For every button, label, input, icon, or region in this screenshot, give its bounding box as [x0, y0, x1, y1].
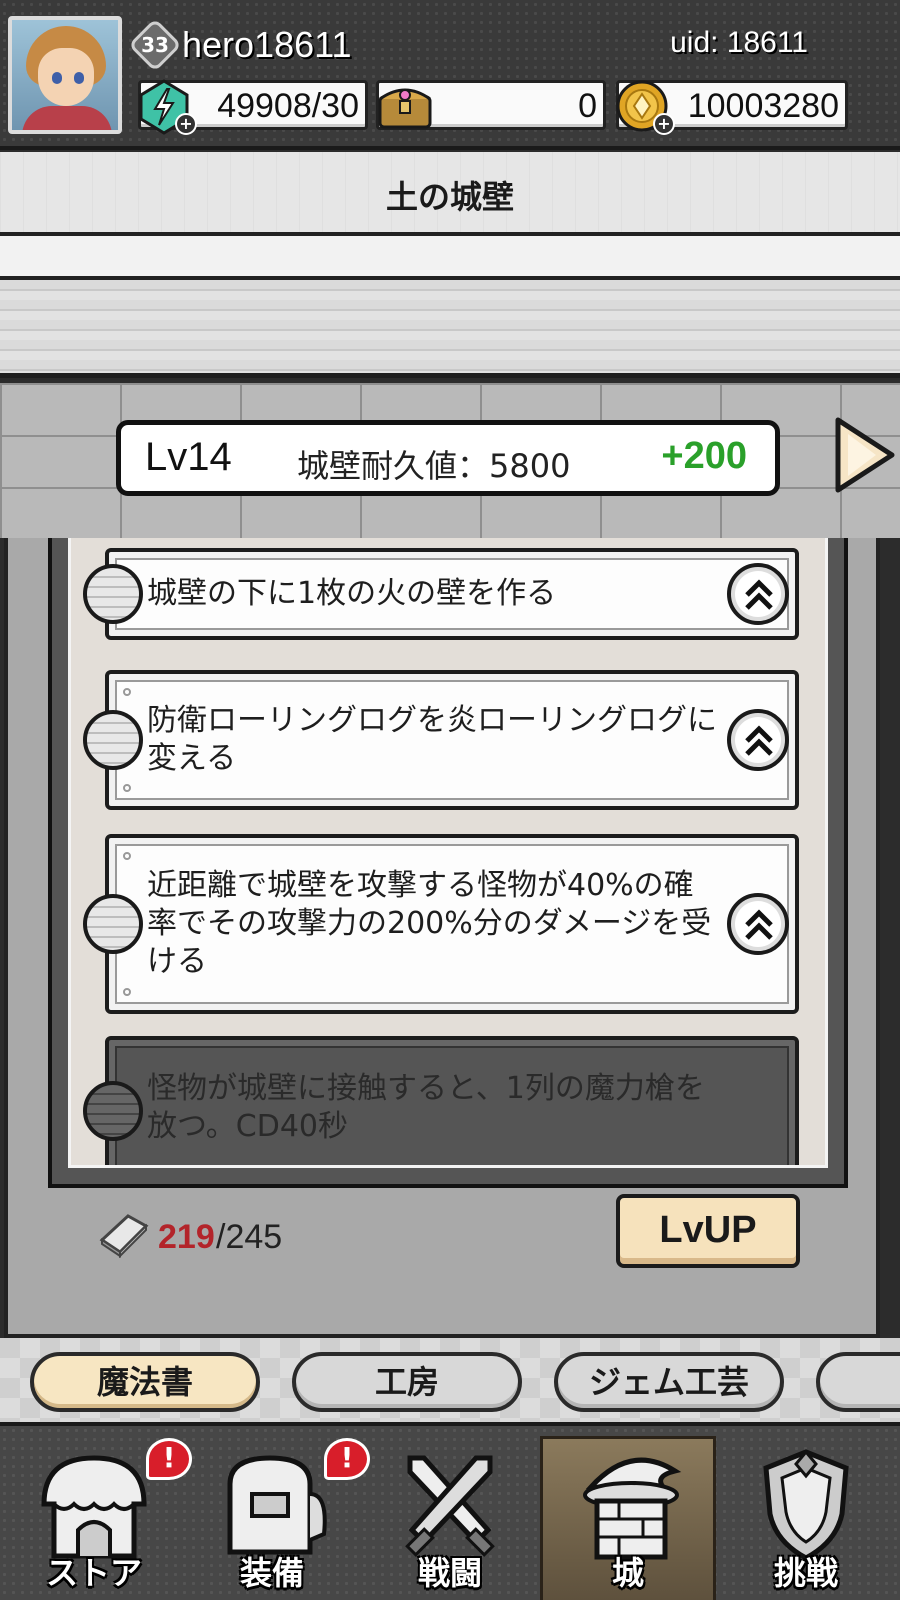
sub-tab-bar: 魔法書 工房 ジェム工芸 — [0, 1338, 900, 1422]
nav-label: 装備 — [239, 1554, 304, 1592]
backpack-icon — [227, 1455, 327, 1555]
energy-value: 49908/30 — [217, 87, 359, 125]
wall-plank — [0, 280, 900, 378]
treasure-chest-icon — [378, 88, 432, 129]
skill-description: 怪物が城壁に接触すると、1列の魔力槍を放つ。CD40秒 — [147, 1071, 705, 1144]
skill-list-frame: 城壁の下に1枚の火の壁を作る 防衛ローリングログを炎ローリングログに変える 近距… — [48, 538, 848, 1188]
nav-equipment[interactable]: ! 装備 — [184, 1436, 370, 1600]
player-level-badge: 33 — [128, 18, 182, 72]
double-chevron-up-icon — [745, 725, 773, 756]
skill-description: 防衛ローリングログを炎ローリングログに変える — [147, 703, 717, 776]
double-chevron-up-icon — [745, 909, 773, 940]
nav-store[interactable]: ! ストア — [6, 1436, 192, 1600]
skill-bullet-icon — [83, 894, 143, 954]
nav-challenge[interactable]: 挑戦 — [718, 1436, 894, 1600]
nav-label: ストア — [45, 1554, 142, 1592]
skill-card: 防衛ローリングログを炎ローリングログに変える — [83, 670, 799, 810]
coin-value: 10003280 — [687, 87, 839, 125]
bricks-current: 219 — [158, 1218, 215, 1256]
player-name: hero18611 — [182, 24, 352, 65]
skill-bullet-icon — [83, 564, 143, 624]
nav-label: 戦闘 — [417, 1554, 482, 1592]
skill-bullet-icon — [83, 710, 143, 770]
skill-upgrade-button[interactable] — [727, 893, 789, 955]
bottom-navigation: ! ストア ! 装備 戦闘 城 挑戦 — [0, 1422, 900, 1600]
skill-upgrade-button[interactable] — [727, 563, 789, 625]
page-title: 土の城壁 — [385, 178, 514, 216]
tab-gem-craft[interactable]: ジェム工芸 — [554, 1352, 784, 1412]
nav-label: 挑戦 — [773, 1554, 838, 1592]
wall-plank-top — [0, 232, 900, 280]
skill-upgrade-button[interactable] — [727, 709, 789, 771]
nav-label: 城 — [611, 1554, 644, 1592]
wall-level: Lv14 — [145, 435, 232, 479]
nav-castle[interactable]: 城 — [540, 1436, 716, 1600]
skill-description: 近距離で城壁を攻撃する怪物が40%の確率でその攻撃力の200%分のダメージを受け… — [147, 868, 712, 979]
tab-more[interactable] — [816, 1352, 900, 1412]
crossed-swords-icon — [405, 1455, 495, 1557]
skill-panel: 城壁の下に1枚の火の壁を作る 防衛ローリングログを炎ローリングログに変える 近距… — [4, 538, 880, 1338]
shield-icon — [763, 1449, 849, 1561]
add-energy-icon[interactable]: + — [175, 113, 197, 135]
skill-card-locked: 怪物が城壁に接触すると、1列の魔力槍を放つ。CD40秒 — [83, 1036, 799, 1165]
chest-counter[interactable]: 0 — [376, 80, 606, 130]
skill-description: 城壁の下に1枚の火の壁を作る — [147, 576, 557, 611]
wall-durability: 城壁耐久値：5800 — [297, 447, 571, 485]
tab-magic-book[interactable]: 魔法書 — [30, 1352, 260, 1412]
bricks-required: /245 — [216, 1218, 283, 1256]
skill-list[interactable]: 城壁の下に1枚の火の壁を作る 防衛ローリングログを炎ローリングログに変える 近距… — [68, 538, 828, 1168]
play-arrow-icon[interactable] — [832, 414, 898, 496]
level-up-button[interactable]: LvUP — [616, 1194, 800, 1268]
player-uid: uid: 18611 — [670, 26, 808, 59]
skill-bullet-icon — [83, 1081, 143, 1141]
coin-counter[interactable]: + 10003280 — [616, 80, 848, 135]
wall-level-panel: Lv14 城壁耐久値：5800 +200 — [116, 420, 780, 496]
store-icon — [41, 1455, 147, 1559]
chest-value: 0 — [578, 87, 597, 125]
add-coins-icon[interactable]: + — [653, 113, 675, 135]
skill-card: 近距離で城壁を攻撃する怪物が40%の確率でその攻撃力の200%分のダメージを受け… — [83, 834, 799, 1014]
player-level: 33 — [141, 33, 169, 57]
player-avatar[interactable] — [8, 16, 122, 134]
skill-card: 城壁の下に1枚の火の壁を作る — [83, 548, 799, 640]
title-bar: 土の城壁 — [0, 152, 900, 232]
nav-battle[interactable]: 戦闘 — [362, 1436, 538, 1600]
double-chevron-up-icon — [745, 579, 773, 610]
energy-counter[interactable]: + 49908/30 — [138, 79, 368, 135]
brick-icon — [99, 1214, 149, 1258]
durability-bonus: +200 — [661, 435, 747, 477]
tab-workshop[interactable]: 工房 — [292, 1352, 522, 1412]
top-header: 33 hero18611 uid: 18611 + 49908/30 0 + 1… — [0, 0, 900, 150]
